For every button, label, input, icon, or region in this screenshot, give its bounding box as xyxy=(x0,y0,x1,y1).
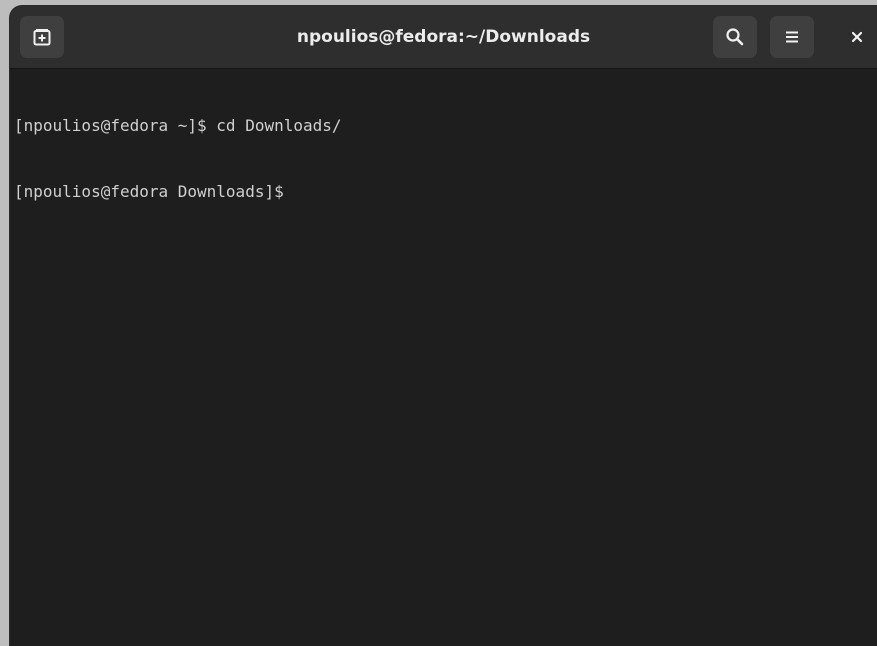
header-bar: npoulios@fedora:~/Downloads xyxy=(10,6,877,69)
search-button[interactable] xyxy=(713,16,757,58)
main-menu-button[interactable] xyxy=(770,16,814,58)
close-button[interactable] xyxy=(838,18,876,56)
new-tab-icon xyxy=(32,27,52,47)
terminal-line: [npoulios@fedora ~]$ cd Downloads/ xyxy=(14,116,342,135)
hamburger-menu-icon xyxy=(782,27,802,47)
terminal-output[interactable]: [npoulios@fedora ~]$ cd Downloads/ [npou… xyxy=(10,69,877,646)
terminal-prompt-line: [npoulios@fedora Downloads]$ xyxy=(14,182,284,201)
close-icon xyxy=(849,29,865,45)
terminal-window: npoulios@fedora:~/Downloads [npoulios@fe… xyxy=(10,6,877,646)
search-icon xyxy=(725,27,745,47)
new-tab-button[interactable] xyxy=(20,16,64,58)
